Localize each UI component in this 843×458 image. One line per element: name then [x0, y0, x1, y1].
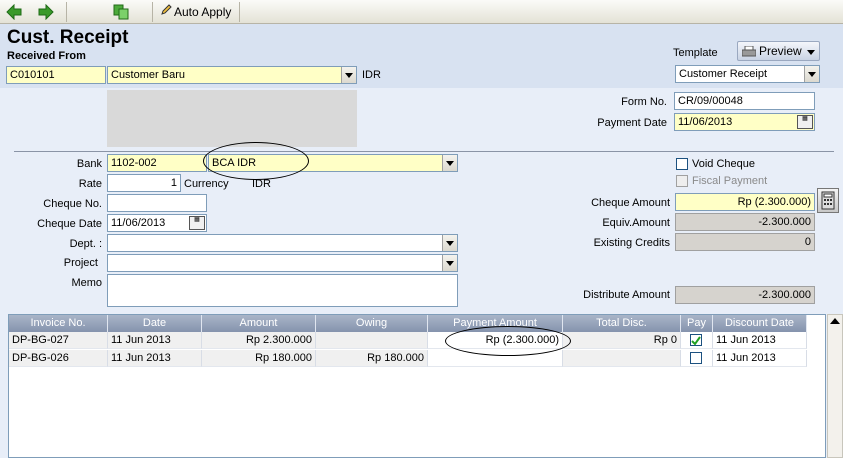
- forward-icon[interactable]: [38, 3, 54, 21]
- toolbar-separator: [66, 2, 67, 22]
- cell-total-disc: [563, 350, 681, 367]
- payment-date-label: Payment Date: [597, 117, 667, 129]
- chevron-down-icon: [807, 50, 815, 55]
- cell-discount-date[interactable]: 11 Jun 2013: [713, 350, 807, 367]
- column-header-pay[interactable]: Pay: [681, 315, 713, 332]
- printer-icon: [741, 45, 757, 57]
- cell-owing: Rp 180.000: [316, 350, 428, 367]
- payment-date-field[interactable]: 11/06/2013 ▦: [674, 113, 815, 131]
- project-select[interactable]: [107, 254, 458, 272]
- edit-icon: [160, 3, 174, 21]
- payment-date-value: 11/06/2013: [678, 116, 733, 128]
- dept-label: Dept. :: [69, 238, 102, 250]
- currency-code-label: IDR: [362, 69, 381, 81]
- currency-value: IDR: [252, 178, 271, 190]
- cell-discount-date[interactable]: 11 Jun 2013: [713, 332, 807, 349]
- column-header-owing[interactable]: Owing: [316, 315, 428, 332]
- checkmark-icon: [691, 336, 701, 346]
- cheque-date-value: 11/06/2013: [111, 217, 166, 229]
- auto-apply-label: Auto Apply: [174, 5, 232, 19]
- dept-select[interactable]: [107, 234, 458, 252]
- void-cheque-checkbox[interactable]: [676, 158, 688, 170]
- memo-label: Memo: [71, 277, 102, 289]
- rate-field[interactable]: 1: [107, 174, 181, 192]
- chevron-down-icon[interactable]: [804, 66, 819, 82]
- chevron-down-icon[interactable]: [341, 67, 356, 83]
- calendar-icon[interactable]: ▦: [797, 115, 813, 129]
- cheque-amount-field[interactable]: Rp (2.300.000): [675, 193, 815, 211]
- cell-amount: Rp 180.000: [202, 350, 316, 367]
- column-header-invoice-no[interactable]: Invoice No.: [9, 315, 108, 332]
- customer-address-box: [107, 90, 357, 147]
- chevron-down-icon[interactable]: [442, 235, 457, 251]
- memo-field[interactable]: [107, 274, 458, 307]
- column-header-discount-date[interactable]: Discount Date: [713, 315, 807, 332]
- distribute-amount-label: Distribute Amount: [583, 289, 670, 301]
- preview-button[interactable]: Preview: [737, 41, 820, 61]
- scroll-up-icon[interactable]: [830, 318, 840, 324]
- auto-apply-button[interactable]: Auto Apply: [160, 3, 238, 21]
- cheque-amount-label: Cheque Amount: [591, 197, 670, 209]
- table-row[interactable]: DP-BG-026 11 Jun 2013 Rp 180.000 Rp 180.…: [9, 350, 807, 368]
- cheque-date-label: Cheque Date: [37, 218, 102, 230]
- toolbar-separator: [239, 2, 240, 22]
- grid-scrollbar[interactable]: [827, 314, 843, 458]
- distribute-amount-field: -2.300.000: [675, 286, 815, 304]
- table-row[interactable]: DP-BG-027 11 Jun 2013 Rp 2.300.000 Rp (2…: [9, 332, 807, 350]
- cell-invoice-no: DP-BG-026: [9, 350, 108, 367]
- preview-label: Preview: [759, 44, 802, 58]
- annotation-circle: [445, 326, 571, 356]
- received-from-label: Received From: [7, 50, 86, 62]
- form-no-label: Form No.: [621, 96, 667, 108]
- cell-pay[interactable]: [681, 332, 713, 349]
- toolbar: Auto Apply: [0, 0, 843, 24]
- chevron-down-icon[interactable]: [442, 155, 457, 171]
- back-icon[interactable]: [6, 3, 22, 21]
- page-title: Cust. Receipt: [7, 27, 129, 48]
- bank-code-field[interactable]: 1102-002: [107, 154, 207, 172]
- cell-date: 11 Jun 2013: [108, 332, 202, 349]
- invoice-grid: Invoice No. Date Amount Owing Payment Am…: [8, 314, 826, 458]
- cell-owing: [316, 332, 428, 349]
- fiscal-payment-label: Fiscal Payment: [692, 175, 768, 187]
- chevron-down-icon[interactable]: [442, 255, 457, 271]
- cell-total-disc: Rp 0: [563, 332, 681, 349]
- column-header-total-disc[interactable]: Total Disc.: [563, 315, 681, 332]
- customer-name-select[interactable]: Customer Baru: [107, 66, 357, 84]
- fiscal-payment-checkbox[interactable]: [676, 175, 688, 187]
- existing-credits-field: 0: [675, 233, 815, 251]
- pay-checkbox[interactable]: [690, 352, 702, 364]
- pay-checkbox[interactable]: [690, 334, 702, 346]
- calendar-icon[interactable]: ▦: [189, 216, 205, 230]
- cheque-no-field[interactable]: [107, 194, 207, 212]
- customer-name-value: Customer Baru: [111, 69, 185, 81]
- currency-label: Currency: [184, 178, 229, 190]
- rate-label: Rate: [78, 178, 102, 190]
- annotation-circle: [203, 142, 309, 180]
- equiv-amount-field: -2.300.000: [675, 213, 815, 231]
- void-cheque-label: Void Cheque: [692, 158, 755, 170]
- form-no-field[interactable]: CR/09/00048: [674, 92, 815, 110]
- cheque-date-field[interactable]: 11/06/2013 ▦: [107, 214, 207, 232]
- project-label: Project: [63, 257, 98, 269]
- copy-icon[interactable]: [113, 4, 129, 20]
- equiv-amount-label: Equiv.Amount: [602, 217, 670, 229]
- divider: [14, 151, 834, 152]
- template-value: Customer Receipt: [679, 68, 768, 80]
- existing-credits-label: Existing Credits: [593, 237, 670, 249]
- calculator-icon[interactable]: [817, 188, 839, 213]
- bank-label: Bank: [76, 158, 102, 170]
- column-header-date[interactable]: Date: [108, 315, 202, 332]
- cell-pay[interactable]: [681, 350, 713, 367]
- cell-amount: Rp 2.300.000: [202, 332, 316, 349]
- cell-invoice-no: DP-BG-027: [9, 332, 108, 349]
- template-label: Template: [673, 47, 718, 59]
- cheque-no-label: Cheque No.: [43, 198, 102, 210]
- column-header-amount[interactable]: Amount: [202, 315, 316, 332]
- cell-date: 11 Jun 2013: [108, 350, 202, 367]
- customer-code-field[interactable]: C010101: [6, 66, 106, 84]
- toolbar-separator: [152, 2, 153, 22]
- template-select[interactable]: Customer Receipt: [675, 65, 820, 83]
